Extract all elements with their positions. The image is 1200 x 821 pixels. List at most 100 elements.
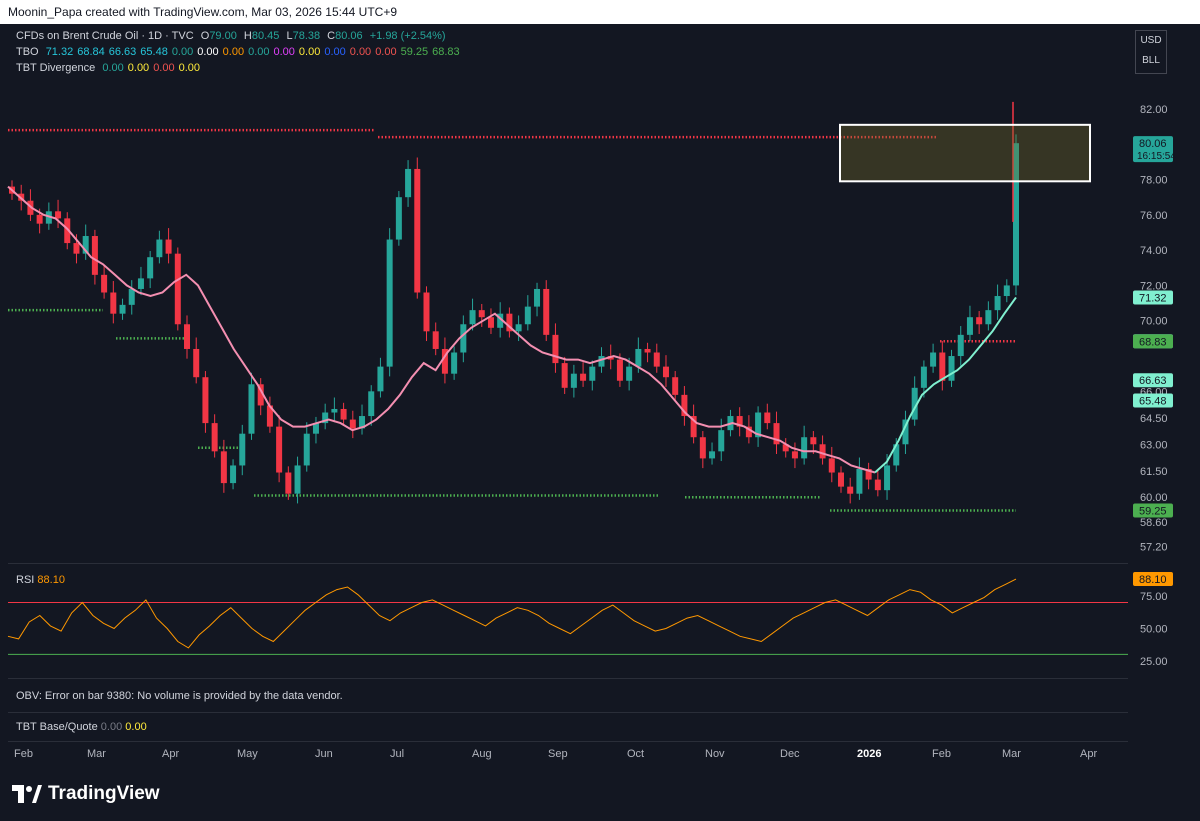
candle-body-60 — [561, 363, 568, 388]
candle-body-76 — [709, 451, 716, 459]
candle-body-17 — [165, 239, 172, 254]
candle-body-3 — [36, 214, 43, 224]
price-tick-9: 64.50 — [1140, 413, 1168, 425]
candle-body-55 — [515, 324, 522, 332]
price-chart[interactable]: 82.0080.0678.0076.0074.0072.0070.0068.84… — [0, 24, 1200, 770]
time-tick-8: Oct — [627, 748, 644, 760]
candle-body-23 — [220, 451, 227, 484]
candle-body-58 — [543, 288, 550, 335]
candle-body-15 — [147, 257, 154, 279]
price-tick-12: 60.00 — [1140, 492, 1168, 504]
obv-error: OBV: Error on bar 9380: No volume is pro… — [16, 690, 343, 702]
price-tick-6: 70.00 — [1140, 316, 1168, 328]
candle-body-71 — [662, 366, 669, 378]
candle-body-5 — [55, 211, 62, 219]
candle-body-87 — [810, 437, 817, 445]
candle-body-10 — [101, 274, 108, 293]
price-tick-3: 76.00 — [1140, 210, 1168, 222]
candle-body-7 — [73, 243, 80, 254]
candle-body-29 — [276, 426, 283, 473]
candle-body-30 — [285, 472, 292, 494]
base-quote-legend[interactable]: TBT Base/Quote 0.00 0.00 — [16, 721, 147, 733]
candle-body-107 — [994, 296, 1001, 311]
candle-body-22 — [211, 423, 218, 452]
footer — [0, 770, 1200, 821]
candle-body-82 — [764, 412, 771, 424]
candle-body-91 — [847, 486, 854, 494]
candle-body-35 — [331, 408, 338, 413]
time-tick-13: Mar — [1002, 748, 1021, 760]
candle-body-25 — [239, 433, 246, 466]
rsi-label: RSI — [16, 574, 35, 586]
time-tick-10: Dec — [780, 748, 800, 760]
rsi-value-label: 88.10 — [1139, 574, 1167, 586]
price-label-1: 71.32 — [1139, 292, 1167, 304]
candle-body-63 — [589, 366, 596, 381]
candle-body-39 — [368, 391, 375, 417]
base-quote-v2: 0.00 — [125, 721, 147, 733]
candle-body-77 — [718, 430, 725, 452]
candle-body-68 — [635, 348, 642, 367]
candle-body-61 — [570, 373, 577, 388]
time-tick-1: Mar — [87, 748, 106, 760]
candle-body-42 — [395, 197, 402, 240]
candle-body-41 — [386, 239, 393, 367]
candle-body-14 — [137, 278, 144, 289]
candle-body-19 — [184, 324, 191, 349]
time-tick-6: Aug — [472, 748, 492, 760]
candle-body-69 — [644, 348, 651, 353]
tradingview-logo[interactable]: TradingView — [12, 783, 160, 805]
rsi-tick-0: 75.00 — [1140, 591, 1168, 603]
candle-body-90 — [837, 472, 844, 487]
time-tick-4: Jun — [315, 748, 333, 760]
candle-body-51 — [478, 310, 485, 318]
candle-body-86 — [801, 437, 808, 459]
candle-body-31 — [294, 465, 301, 494]
candle-body-12 — [119, 304, 126, 314]
candle-body-106 — [985, 310, 992, 325]
candle-body-13 — [128, 288, 135, 305]
tradingview-logo-icon — [12, 784, 42, 803]
pink-moving-average — [7, 185, 876, 474]
time-axis-separator — [8, 741, 1128, 742]
price-label-0: 80.06 — [1139, 138, 1167, 150]
obv-legend: OBV: Error on bar 9380: No volume is pro… — [16, 690, 343, 702]
price-label-6: 59.25 — [1139, 505, 1167, 517]
candle-body-46 — [432, 331, 439, 349]
rsi-tick-2: 25.00 — [1140, 656, 1168, 668]
candle-body-67 — [626, 366, 633, 381]
rsi-line — [7, 578, 1017, 649]
candle-body-108 — [1003, 285, 1010, 297]
candle-body-56 — [524, 306, 531, 325]
candle-body-95 — [884, 465, 891, 491]
rsi-legend[interactable]: RSI 88.10 — [16, 574, 65, 586]
time-tick-11: 2026 — [857, 748, 881, 760]
price-label-5: 65.48 — [1139, 396, 1167, 408]
candle-body-104 — [966, 317, 973, 335]
candle-body-88 — [819, 444, 826, 459]
candle-body-16 — [156, 239, 163, 258]
price-tick-13: 58.60 — [1140, 517, 1168, 529]
candle-body-62 — [580, 373, 587, 381]
rsi-tick-1: 50.00 — [1140, 623, 1168, 635]
time-tick-5: Jul — [390, 748, 404, 760]
candle-body-92 — [856, 468, 863, 494]
candle-body-48 — [451, 352, 458, 374]
candle-body-59 — [552, 334, 559, 364]
price-tick-10: 63.00 — [1140, 439, 1168, 451]
time-tick-3: May — [237, 748, 258, 760]
candle-body-66 — [616, 359, 623, 381]
header-text: Moonin_Papa created with TradingView.com… — [8, 5, 398, 19]
candle-body-11 — [110, 292, 117, 314]
candle-body-26 — [248, 384, 255, 434]
price-label-4: 66.63 — [1139, 375, 1167, 387]
candle-body-102 — [948, 356, 955, 381]
pane-separator — [8, 563, 1128, 564]
candle-body-103 — [957, 334, 964, 357]
candle-body-94 — [874, 479, 881, 491]
candle-body-52 — [487, 317, 494, 328]
price-label-countdown: 16:15:54 — [1137, 151, 1176, 162]
price-tick-14: 57.20 — [1140, 542, 1168, 554]
time-tick-12: Feb — [932, 748, 951, 760]
price-tick-2: 78.00 — [1140, 175, 1168, 187]
